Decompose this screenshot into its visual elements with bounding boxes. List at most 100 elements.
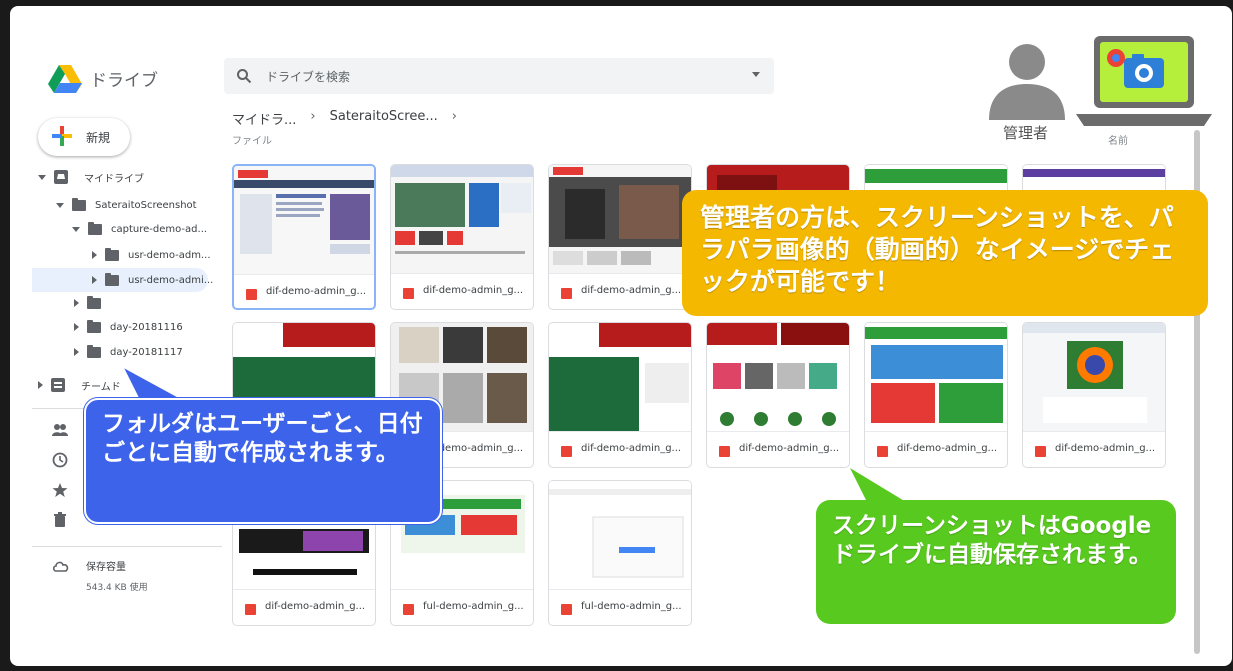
image-file-icon bbox=[403, 288, 414, 299]
file-card[interactable]: dif-demo-admin_g... bbox=[864, 322, 1008, 468]
file-card[interactable]: ful-demo-admin_g... bbox=[548, 480, 692, 626]
folder-icon bbox=[105, 247, 119, 261]
file-card[interactable]: dif-demo-admin_g... bbox=[706, 322, 850, 468]
laptop-camera-icon bbox=[1076, 36, 1212, 126]
tree-item-folder[interactable]: SateraitoScreenshot bbox=[56, 194, 197, 216]
expand-icon[interactable] bbox=[38, 381, 43, 389]
team-drive-icon bbox=[51, 378, 65, 392]
image-file-icon bbox=[719, 446, 730, 457]
folder-icon bbox=[105, 272, 119, 286]
search-icon bbox=[237, 69, 252, 84]
folder-icon bbox=[87, 344, 101, 358]
file-card-footer: ful-demo-admin_g... bbox=[549, 589, 691, 625]
expand-icon[interactable] bbox=[74, 299, 79, 307]
image-file-icon bbox=[1035, 446, 1046, 457]
file-thumbnail bbox=[1023, 323, 1165, 431]
search-input[interactable]: ドライブを検索 bbox=[266, 68, 350, 85]
file-name: dif-demo-admin_g... bbox=[266, 286, 367, 297]
app-title: ドライブ bbox=[90, 71, 158, 91]
tree-item-label: day-20181116 bbox=[110, 321, 183, 333]
expand-icon[interactable] bbox=[92, 276, 97, 284]
file-card[interactable]: dif-demo-admin_g... bbox=[390, 164, 534, 310]
tree-item-label: usr-demo-admi... bbox=[128, 274, 214, 286]
file-card-footer: dif-demo-admin_g... bbox=[1023, 431, 1165, 467]
file-card-footer: dif-demo-admin_g... bbox=[549, 273, 691, 309]
callout-folder-auto-create: フォルダはユーザーごと、日付ごとに自動で作成されます。 bbox=[84, 398, 442, 524]
file-thumbnail bbox=[865, 323, 1007, 431]
drive-window: ドライブ ドライブを検索 マイドラ... › SateraitoScree...… bbox=[10, 6, 1232, 666]
expand-icon[interactable] bbox=[38, 174, 46, 180]
file-thumbnail bbox=[391, 165, 533, 273]
drive-logo-icon bbox=[48, 65, 82, 93]
file-thumbnail bbox=[549, 323, 691, 431]
file-thumbnail bbox=[234, 166, 374, 274]
tree-item-label: capture-demo-ad... bbox=[111, 223, 208, 235]
tree-item-folder[interactable]: day-20181117 bbox=[74, 341, 183, 363]
file-name: dif-demo-admin_g... bbox=[1055, 443, 1156, 454]
files-section-label: ファイル bbox=[232, 136, 272, 147]
file-name: ful-demo-admin_g... bbox=[581, 601, 682, 612]
search-bar[interactable]: ドライブを検索 bbox=[224, 58, 774, 94]
star-icon[interactable] bbox=[52, 482, 68, 498]
file-thumbnail bbox=[549, 165, 691, 273]
new-button[interactable]: 新規 bbox=[38, 118, 130, 156]
expand-icon[interactable] bbox=[72, 226, 80, 232]
file-card-footer: dif-demo-admin_g... bbox=[707, 431, 849, 467]
file-card[interactable]: dif-demo-admin_g... bbox=[232, 164, 376, 310]
file-name: dif-demo-admin_g... bbox=[581, 443, 682, 454]
folder-icon bbox=[87, 319, 101, 333]
file-card-footer: dif-demo-admin_g... bbox=[233, 589, 375, 625]
file-name: dif-demo-admin_g... bbox=[581, 285, 682, 296]
breadcrumb-item[interactable]: マイドラ... bbox=[232, 109, 296, 128]
admin-person-icon bbox=[989, 44, 1065, 120]
image-file-icon bbox=[561, 604, 572, 615]
tree-item-shared-folder[interactable] bbox=[74, 292, 110, 314]
tree-item-team-drive[interactable]: チームド bbox=[38, 374, 121, 396]
callout-admin-check: 管理者の方は、スクリーンショットを、パラパラ画像的（動画的）なイメージでチェック… bbox=[682, 190, 1208, 316]
file-name: ful-demo-admin_g... bbox=[423, 601, 524, 612]
tree-item-folder[interactable]: day-20181116 bbox=[74, 316, 183, 338]
chevron-right-icon: › bbox=[310, 109, 316, 124]
search-options-icon[interactable] bbox=[752, 72, 760, 77]
admin-label: 管理者 bbox=[1003, 124, 1049, 142]
cloud-icon bbox=[52, 561, 69, 572]
file-thumbnail bbox=[549, 481, 691, 589]
file-card-footer: dif-demo-admin_g... bbox=[391, 273, 533, 309]
plus-icon bbox=[52, 126, 72, 146]
file-name: dif-demo-admin_g... bbox=[897, 443, 998, 454]
tree-item-folder[interactable]: usr-demo-adm... bbox=[92, 244, 211, 266]
tree-item-label: マイドライブ bbox=[84, 173, 144, 185]
callout-google-drive-save: スクリーンショットはGoogleドライブに自動保存されます。 bbox=[816, 500, 1176, 624]
file-name: dif-demo-admin_g... bbox=[739, 443, 840, 454]
tree-item-label: usr-demo-adm... bbox=[128, 249, 211, 261]
file-card-footer: ful-demo-admin_g... bbox=[391, 589, 533, 625]
sort-button[interactable]: 名前 bbox=[1108, 132, 1128, 147]
file-card[interactable]: dif-demo-admin_g... bbox=[548, 164, 692, 310]
clock-icon[interactable] bbox=[52, 452, 68, 468]
file-card-footer: dif-demo-admin_g... bbox=[234, 274, 374, 308]
tree-item-label: day-20181117 bbox=[110, 346, 183, 358]
shared-with-me-icon[interactable] bbox=[52, 422, 68, 438]
tree-item-folder[interactable]: capture-demo-ad... bbox=[72, 218, 207, 240]
shared-folder-icon bbox=[87, 295, 101, 309]
storage-used: 543.4 KB 使用 bbox=[86, 583, 148, 593]
tree-item-folder-selected[interactable]: usr-demo-admi... bbox=[92, 269, 213, 291]
tree-item-label: チームド bbox=[81, 381, 121, 393]
file-card[interactable]: dif-demo-admin_g... bbox=[1022, 322, 1166, 468]
image-file-icon bbox=[246, 289, 257, 300]
trash-icon[interactable] bbox=[52, 512, 68, 528]
expand-icon[interactable] bbox=[56, 202, 64, 208]
expand-icon[interactable] bbox=[74, 348, 79, 356]
file-name: dif-demo-admin_g... bbox=[423, 285, 524, 296]
new-button-label: 新規 bbox=[86, 131, 111, 145]
tree-item-my-drive[interactable]: マイドライブ bbox=[38, 166, 144, 188]
expand-icon[interactable] bbox=[92, 251, 97, 259]
file-card[interactable]: dif-demo-admin_g... bbox=[548, 322, 692, 468]
image-file-icon bbox=[403, 604, 414, 615]
image-file-icon bbox=[561, 446, 572, 457]
image-file-icon bbox=[877, 446, 888, 457]
expand-icon[interactable] bbox=[74, 323, 79, 331]
breadcrumb-item[interactable]: SateraitoScree... bbox=[330, 109, 438, 128]
sidebar-divider bbox=[32, 546, 222, 547]
folder-icon bbox=[72, 197, 86, 211]
